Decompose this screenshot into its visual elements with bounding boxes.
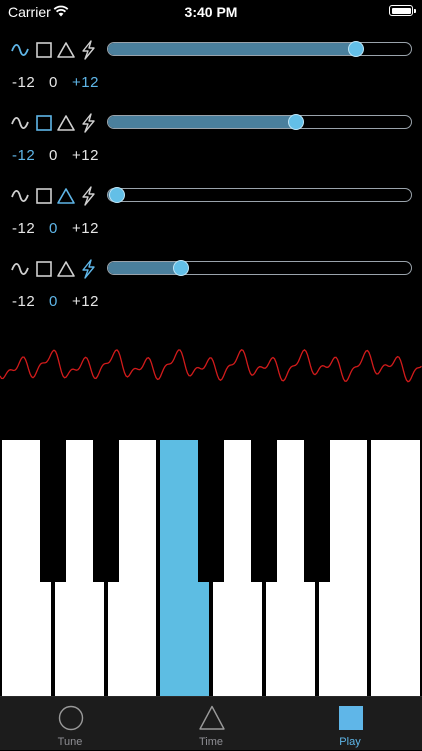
triangle-icon bbox=[199, 705, 225, 730]
level-slider[interactable] bbox=[107, 187, 412, 203]
slider-thumb[interactable] bbox=[172, 260, 189, 276]
square-wave-icon[interactable] bbox=[34, 113, 54, 133]
black-key[interactable] bbox=[198, 440, 224, 582]
black-key[interactable] bbox=[92, 440, 119, 582]
slider-fill bbox=[108, 116, 296, 128]
slider-thumb[interactable] bbox=[109, 187, 126, 203]
square-wave-icon[interactable] bbox=[34, 186, 54, 206]
sine-wave-icon[interactable] bbox=[10, 186, 30, 206]
white-key[interactable] bbox=[371, 440, 422, 696]
tab-label: Play bbox=[339, 736, 361, 748]
octave-option[interactable]: +12 bbox=[72, 74, 99, 91]
triangle-wave-icon[interactable] bbox=[56, 113, 76, 133]
tab-play[interactable]: Play bbox=[280, 697, 420, 751]
octave-option[interactable]: 0 bbox=[49, 74, 58, 91]
octave-option[interactable]: -12 bbox=[12, 147, 35, 164]
octave-option[interactable]: 0 bbox=[49, 220, 58, 237]
octave-option[interactable]: 0 bbox=[49, 293, 58, 310]
square-wave-icon[interactable] bbox=[34, 259, 54, 279]
black-key[interactable] bbox=[303, 440, 330, 582]
level-slider[interactable] bbox=[107, 260, 412, 276]
level-slider[interactable] bbox=[107, 114, 412, 130]
status-bar: Carrier 3:40 PM bbox=[0, 0, 422, 24]
slider-thumb[interactable] bbox=[287, 114, 304, 130]
battery-icon bbox=[389, 5, 416, 16]
sine-wave-icon[interactable] bbox=[10, 40, 30, 60]
square-icon bbox=[339, 706, 363, 730]
black-key[interactable] bbox=[250, 440, 277, 582]
piano-keyboard[interactable] bbox=[0, 440, 422, 696]
octave-option[interactable]: +12 bbox=[72, 293, 99, 310]
circle-icon bbox=[58, 705, 84, 731]
tab-label: Tune bbox=[57, 736, 83, 748]
lightning-icon[interactable] bbox=[78, 186, 98, 206]
clock: 3:40 PM bbox=[184, 4, 238, 20]
waveform-display bbox=[0, 349, 422, 383]
slider-fill bbox=[108, 43, 357, 55]
octave-option[interactable]: -12 bbox=[12, 220, 35, 237]
octave-option[interactable]: -12 bbox=[12, 293, 35, 310]
oscillator-row: -12 0 +12 bbox=[0, 186, 422, 246]
sine-wave-icon[interactable] bbox=[10, 113, 30, 133]
square-wave-icon[interactable] bbox=[34, 40, 54, 60]
octave-option[interactable]: 0 bbox=[49, 147, 58, 164]
waveform-line bbox=[0, 349, 422, 383]
octave-option[interactable]: +12 bbox=[72, 147, 99, 164]
tab-time[interactable]: Time bbox=[141, 697, 281, 751]
oscillator-row: -12 0 +12 bbox=[0, 113, 422, 173]
slider-thumb[interactable] bbox=[348, 41, 365, 57]
lightning-icon[interactable] bbox=[78, 113, 98, 133]
sine-wave-icon[interactable] bbox=[10, 259, 30, 279]
black-key[interactable] bbox=[39, 440, 66, 582]
oscillator-row: -12 0 +12 bbox=[0, 40, 422, 100]
tab-label: Time bbox=[198, 736, 224, 748]
triangle-wave-icon[interactable] bbox=[56, 186, 76, 206]
lightning-icon[interactable] bbox=[78, 259, 98, 279]
octave-option[interactable]: -12 bbox=[12, 74, 35, 91]
slider-fill bbox=[108, 262, 181, 274]
triangle-wave-icon[interactable] bbox=[56, 40, 76, 60]
oscillator-row: -12 0 +12 bbox=[0, 259, 422, 319]
tab-bar: Tune Time Play bbox=[0, 696, 422, 750]
octave-option[interactable]: +12 bbox=[72, 220, 99, 237]
lightning-icon[interactable] bbox=[78, 40, 98, 60]
triangle-wave-icon[interactable] bbox=[56, 259, 76, 279]
level-slider[interactable] bbox=[107, 41, 412, 57]
tab-tune[interactable]: Tune bbox=[0, 697, 140, 751]
